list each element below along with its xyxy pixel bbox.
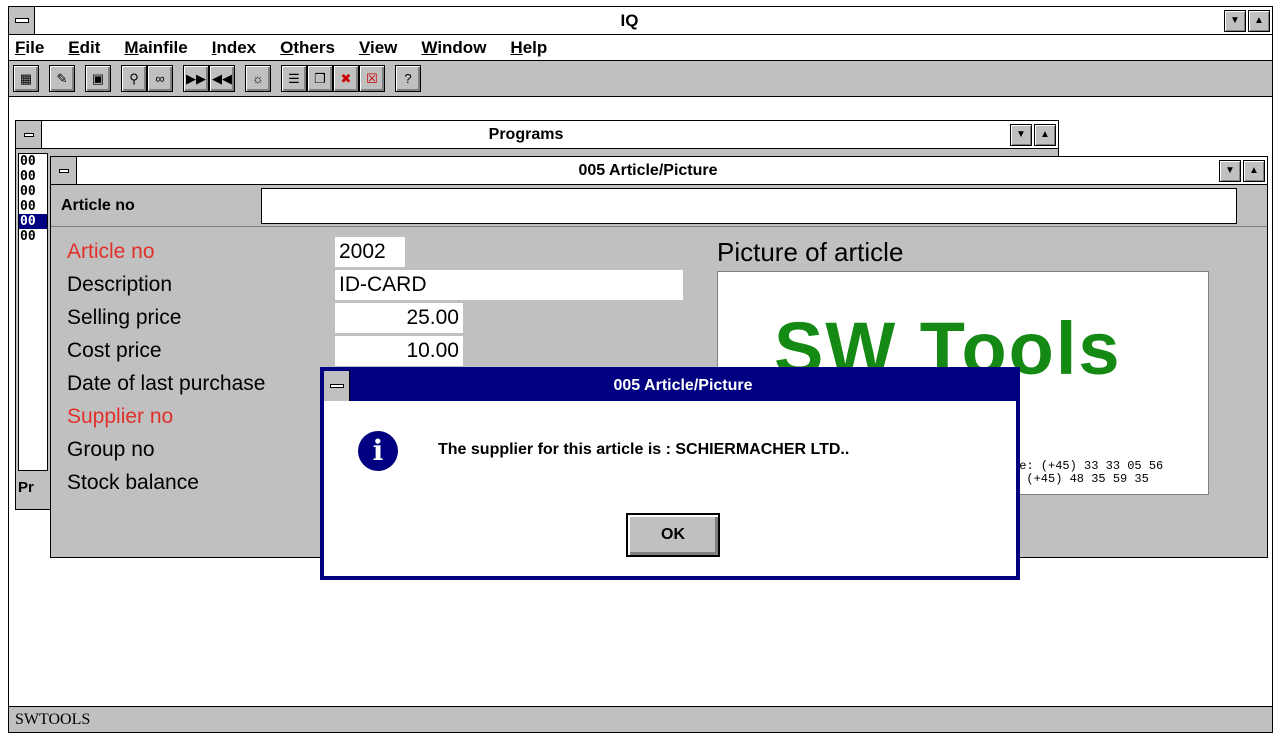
minimize-icon[interactable]: ▼ <box>1219 159 1241 182</box>
dialog-titlebar: 005 Article/Picture <box>324 371 1016 401</box>
programs-title: Programs <box>488 125 564 143</box>
field-label-group-no: Group no <box>67 438 155 461</box>
list-item[interactable]: 00 <box>19 229 47 244</box>
field-label-stock-balance: Stock balance <box>67 471 199 494</box>
help-icon[interactable]: ? <box>395 65 421 92</box>
programs-status: Pr <box>18 479 34 496</box>
search-icon[interactable]: ⚲ <box>121 65 147 92</box>
article-no-search-input[interactable] <box>261 187 1237 224</box>
edit-record-icon[interactable]: ✎ <box>49 65 75 92</box>
ok-button[interactable]: OK <box>626 513 720 557</box>
description-field[interactable]: ID-CARD <box>335 270 683 300</box>
next-icon[interactable]: ▶▶ <box>183 65 209 92</box>
menu-help[interactable]: Help <box>510 38 547 58</box>
list-item[interactable]: 00 <box>19 184 47 199</box>
picture-contact: me: (+45) 33 33 05 56 : (+45) 48 35 59 3… <box>1012 459 1164 486</box>
maximize-icon[interactable]: ▲ <box>1034 123 1056 146</box>
calculator-icon[interactable]: ▦ <box>13 65 39 92</box>
close-window-icon[interactable]: ✖ <box>333 65 359 92</box>
list-item-selected[interactable]: 00 <box>19 214 47 229</box>
field-label-selling-price: Selling price <box>67 306 182 329</box>
list-item[interactable]: 00 <box>19 154 47 169</box>
system-menu-icon[interactable] <box>16 121 42 148</box>
search-row: Article no <box>51 185 1267 227</box>
message-dialog: 005 Article/Picture i The supplier for t… <box>320 367 1020 580</box>
tile-icon[interactable]: ☰ <box>281 65 307 92</box>
menu-file[interactable]: File <box>15 38 44 58</box>
field-label-description: Description <box>67 273 173 296</box>
glasses-icon[interactable]: ∞ <box>147 65 173 92</box>
list-item[interactable]: 00 <box>19 169 47 184</box>
menu-others[interactable]: Others <box>280 38 335 58</box>
list-item[interactable]: 00 <box>19 199 47 214</box>
field-label-supplier-no: Supplier no <box>67 405 174 428</box>
menu-bar: File Edit Mainfile Index Others View Win… <box>9 35 1272 61</box>
save-icon[interactable]: ▣ <box>85 65 111 92</box>
app-titlebar: IQ ▼ ▲ <box>9 7 1272 35</box>
menu-view[interactable]: View <box>359 38 397 58</box>
cost-price-field[interactable]: 10.00 <box>335 336 463 366</box>
programs-titlebar: Programs ▼ ▲ <box>16 121 1058 149</box>
article-titlebar: 005 Article/Picture ▼ ▲ <box>51 157 1267 185</box>
menu-mainfile[interactable]: Mainfile <box>124 38 187 58</box>
article-no-field[interactable]: 2002 <box>335 237 405 267</box>
field-labels: Article no Description Selling price Cos… <box>67 235 347 499</box>
maximize-icon[interactable]: ▲ <box>1248 9 1270 32</box>
system-menu-icon[interactable] <box>51 157 77 184</box>
picture-title: Picture of article <box>717 237 904 267</box>
close-all-icon[interactable]: ☒ <box>359 65 385 92</box>
system-menu-icon[interactable] <box>324 371 350 401</box>
programs-list[interactable]: 00 00 00 00 00 00 <box>18 153 48 471</box>
dialog-title: 005 Article/Picture <box>613 377 753 394</box>
menu-window[interactable]: Window <box>421 38 486 58</box>
toolbar: ▦ ✎ ▣ ⚲ ∞ ▶▶ ◀◀ ☼ ☰ ❐ ✖ ☒ ? <box>9 61 1272 97</box>
search-label: Article no <box>61 196 135 214</box>
field-label-date-last-purchase: Date of last purchase <box>67 372 266 395</box>
field-label-cost-price: Cost price <box>67 339 162 362</box>
menu-edit[interactable]: Edit <box>68 38 100 58</box>
app-title: IQ <box>620 10 639 30</box>
lightbulb-icon[interactable]: ☼ <box>245 65 271 92</box>
status-bar: SWTOOLS <box>9 706 1272 732</box>
menu-index[interactable]: Index <box>212 38 256 58</box>
minimize-icon[interactable]: ▼ <box>1224 9 1246 32</box>
selling-price-field[interactable]: 25.00 <box>335 303 463 333</box>
system-menu-icon[interactable] <box>9 7 35 34</box>
field-label-article-no: Article no <box>67 240 155 263</box>
minimize-icon[interactable]: ▼ <box>1010 123 1032 146</box>
info-icon: i <box>358 431 398 471</box>
cascade-icon[interactable]: ❐ <box>307 65 333 92</box>
previous-icon[interactable]: ◀◀ <box>209 65 235 92</box>
maximize-icon[interactable]: ▲ <box>1243 159 1265 182</box>
dialog-message: The supplier for this article is : SCHIE… <box>438 441 850 458</box>
article-title: 005 Article/Picture <box>578 161 718 179</box>
